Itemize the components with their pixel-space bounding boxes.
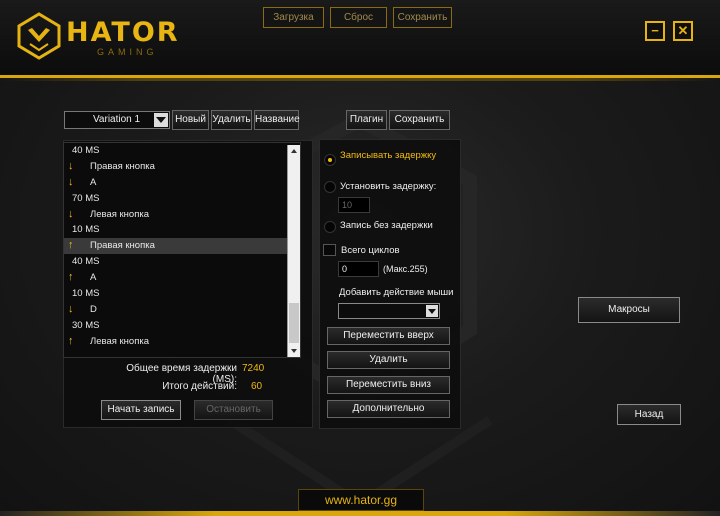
set-delay-radio[interactable] — [324, 181, 336, 193]
chevron-down-icon[interactable] — [154, 113, 168, 127]
arrow-down-icon: ↓ — [68, 159, 74, 172]
total-actions-label: Итого действий: — [162, 381, 237, 392]
total-delay-value: 7240 — [242, 363, 265, 374]
list-item[interactable]: ↑ Левая кнопка — [64, 334, 300, 350]
list-item[interactable]: ↓ D — [64, 302, 300, 318]
list-item[interactable]: ↑ Правая кнопка — [64, 238, 300, 255]
arrow-down-icon: ↓ — [68, 302, 74, 315]
list-item-label: 10 MS — [72, 288, 100, 300]
move-down-button[interactable]: Переместить вниз — [327, 376, 450, 394]
scroll-down-icon[interactable] — [288, 345, 300, 357]
record-delay-label: Записывать задержку — [340, 150, 437, 161]
app-window: HATOR GAMING Загрузка Сброс Сохранить − … — [0, 0, 720, 516]
list-item[interactable]: 40 MS — [64, 254, 300, 270]
list-item[interactable]: ↓ A — [64, 175, 300, 191]
delete-macro-button[interactable]: Удалить — [211, 110, 252, 130]
list-item-label: A — [90, 272, 97, 284]
cycles-max-label: (Макс.255) — [383, 264, 428, 274]
top-save-button[interactable]: Сохранить — [393, 7, 452, 28]
footer-bar — [0, 511, 720, 516]
advanced-button[interactable]: Дополнительно — [327, 400, 450, 418]
list-item-label: Правая кнопка — [90, 160, 155, 172]
minimize-button[interactable]: − — [645, 21, 665, 41]
mouse-action-select[interactable] — [338, 303, 440, 319]
website-link[interactable]: www.hator.gg — [298, 489, 424, 511]
delete-action-button[interactable]: Удалить — [327, 351, 450, 369]
record-delay-radio[interactable] — [324, 154, 336, 166]
start-record-button[interactable]: Начать запись — [101, 400, 181, 420]
list-scrollbar[interactable] — [287, 145, 300, 357]
scroll-up-icon[interactable] — [288, 145, 300, 157]
list-item[interactable]: ↓ Левая кнопка — [64, 207, 300, 223]
add-mouse-action-label: Добавить действие мыши — [339, 287, 454, 298]
list-item-label: 30 MS — [72, 319, 100, 331]
list-item-label: A — [90, 176, 97, 188]
brand-subtitle: GAMING — [97, 47, 158, 57]
plugin-button[interactable]: Плагин — [346, 110, 387, 130]
chevron-down-icon[interactable] — [426, 305, 438, 317]
new-macro-button[interactable]: Новый — [172, 110, 209, 130]
header-glow — [0, 78, 720, 81]
save-macro-button[interactable]: Сохранить — [389, 110, 450, 130]
list-item-label: Левая кнопка — [90, 335, 150, 347]
arrow-down-icon: ↓ — [68, 207, 74, 220]
rename-macro-button[interactable]: Название — [254, 110, 300, 130]
hator-logo-icon — [17, 12, 61, 60]
list-item[interactable]: 10 MS — [64, 286, 300, 302]
list-item-label: 70 MS — [72, 192, 100, 204]
list-item[interactable]: 40 MS — [64, 143, 300, 159]
cycles-input[interactable]: 0 — [338, 261, 379, 277]
arrow-up-icon: ↑ — [68, 239, 74, 252]
list-item[interactable]: 70 MS — [64, 191, 300, 207]
variation-select[interactable]: Variation 1 — [64, 111, 170, 129]
arrow-up-icon: ↑ — [68, 334, 74, 347]
arrow-down-icon: ↓ — [68, 175, 74, 188]
cycles-checkbox[interactable] — [323, 244, 336, 256]
close-button[interactable]: ✕ — [673, 21, 693, 41]
list-item-label: 40 MS — [72, 256, 100, 268]
list-item[interactable]: 10 MS — [64, 222, 300, 238]
list-item-label: Правая кнопка — [90, 240, 155, 252]
no-delay-radio[interactable] — [324, 221, 336, 233]
arrow-up-icon: ↑ — [68, 271, 74, 284]
brand-name: HATOR — [66, 17, 180, 48]
cycles-label: Всего циклов — [341, 245, 400, 256]
list-item[interactable]: ↑ A — [64, 270, 300, 286]
list-item[interactable]: 30 MS — [64, 318, 300, 334]
load-button[interactable]: Загрузка — [263, 7, 324, 28]
list-item-label: Левая кнопка — [90, 208, 150, 220]
back-button[interactable]: Назад — [617, 404, 681, 425]
scroll-thumb[interactable] — [289, 303, 299, 343]
move-up-button[interactable]: Переместить вверх — [327, 327, 450, 345]
list-item-label: D — [90, 303, 97, 315]
set-delay-input[interactable]: 10 — [338, 197, 370, 213]
macros-button[interactable]: Макросы — [578, 297, 680, 323]
reset-button[interactable]: Сброс — [330, 7, 387, 28]
total-actions-value: 60 — [251, 381, 263, 392]
list-item[interactable]: ↓ Правая кнопка — [64, 159, 300, 175]
no-delay-label: Запись без задержки — [340, 220, 433, 231]
stop-record-button[interactable]: Остановить — [194, 400, 273, 420]
variation-select-value: Variation 1 — [93, 114, 141, 125]
list-item-label: 40 MS — [72, 145, 100, 156]
set-delay-label: Установить задержку: — [340, 181, 437, 192]
macro-event-list[interactable]: 40 MS ↓ Правая кнопка ↓ A 70 MS ↓ Левая кнопка 1… — [63, 142, 301, 358]
list-item-label: 10 MS — [72, 224, 100, 236]
